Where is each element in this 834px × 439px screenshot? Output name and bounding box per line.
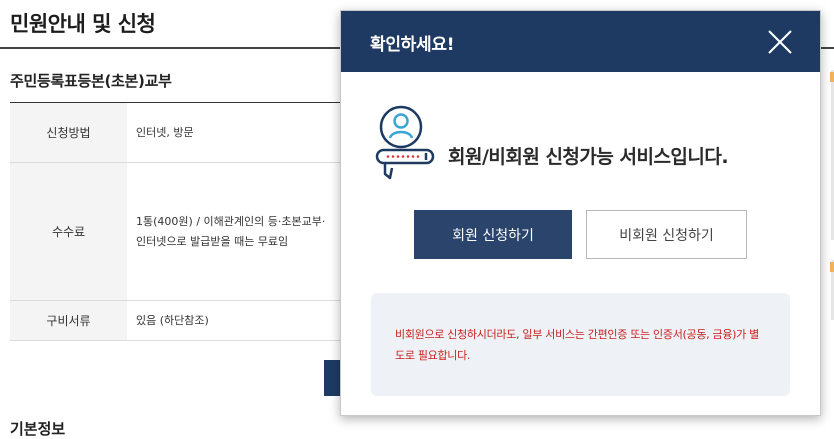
info-table: 신청방법 인터넷, 방문 수수료 1통(400원) / 이해관계인의 등·초본교… <box>10 102 340 341</box>
row-value: 1통(400원) / 이해관계인의 등·초본교부· 인터넷으로 발급받을 때는 … <box>127 163 340 300</box>
close-icon <box>768 30 792 54</box>
dialog-header: 확인하세요! <box>341 11 820 72</box>
guest-apply-button[interactable]: 비회원 신청하기 <box>586 210 747 259</box>
member-apply-button[interactable]: 회원 신청하기 <box>414 210 572 259</box>
page-title: 민원안내 및 신청 <box>10 12 156 36</box>
side-panel-marker <box>830 72 834 82</box>
dialog-message: 회원/비회원 신청가능 서비스입니다. <box>448 146 729 168</box>
fee-line-2: 인터넷으로 발급받을 때는 무료임 <box>136 234 289 248</box>
table-row: 구비서류 있음 (하단참조) <box>10 301 340 341</box>
user-card-icon <box>375 105 435 180</box>
row-label: 신청방법 <box>10 103 127 162</box>
basic-info-heading: 기본정보 <box>10 420 66 438</box>
confirm-dialog: 확인하세요! 회원/비회원 신청가능 서비스입니다. 회원 신청하기 비회원 신… <box>340 10 821 416</box>
table-row: 수수료 1통(400원) / 이해관계인의 등·초본교부· 인터넷으로 발급받을… <box>10 163 340 301</box>
row-label: 구비서류 <box>10 301 127 340</box>
docs-value: 있음 (하단참조) <box>136 313 209 327</box>
section-title: 주민등록표등본(초본)교부 <box>10 72 172 90</box>
row-value: 있음 (하단참조) <box>127 301 340 340</box>
table-row: 신청방법 인터넷, 방문 <box>10 103 340 163</box>
fee-line-1: 1통(400원) / 이해관계인의 등·초본교부· <box>136 214 326 228</box>
row-label: 수수료 <box>10 163 127 300</box>
dialog-title: 확인하세요! <box>370 35 455 55</box>
side-panel-marker <box>830 262 834 272</box>
row-value: 인터넷, 방문 <box>127 103 340 162</box>
auth-notice: 비회원으로 신청하시더라도, 일부 서비스는 간편인증 또는 인증서(공동, 금… <box>371 293 790 396</box>
method-value: 인터넷, 방문 <box>136 125 194 139</box>
close-button[interactable] <box>766 28 794 56</box>
dialog-body: 회원/비회원 신청가능 서비스입니다. 회원 신청하기 비회원 신청하기 비회원… <box>341 72 820 415</box>
